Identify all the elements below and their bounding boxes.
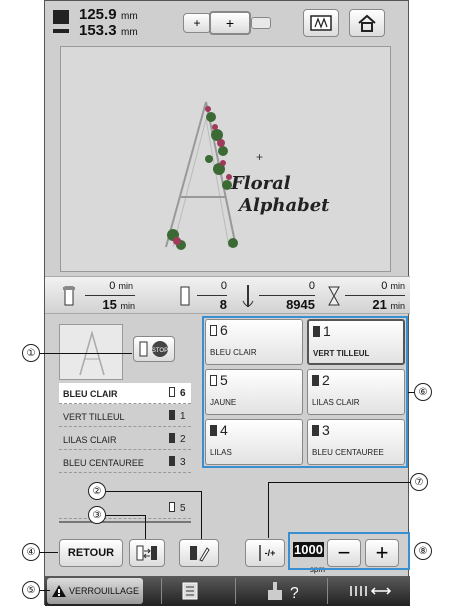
design-text-line2: Alphabet bbox=[239, 195, 330, 216]
svg-text:STOP: STOP bbox=[152, 348, 168, 354]
list-item[interactable]: BLEU CENTAUREE 3 bbox=[59, 452, 191, 473]
width-icon bbox=[53, 29, 69, 33]
design-width: 125.9 bbox=[79, 6, 117, 23]
height-unit: mm bbox=[121, 27, 138, 38]
color-sort-button[interactable] bbox=[129, 539, 165, 567]
color-sort-icon bbox=[136, 545, 157, 561]
callout-7-leader bbox=[268, 482, 269, 538]
needle-icon bbox=[242, 285, 254, 307]
frame-indicator[interactable]: + + bbox=[183, 11, 275, 37]
needle-bar-arrow-icon bbox=[350, 586, 392, 596]
frame-tab-icon bbox=[251, 17, 271, 29]
color-count: 8 bbox=[219, 297, 227, 312]
verrouillage-button[interactable]: VERROUILLAGE bbox=[47, 578, 143, 604]
stitch-total: 8945 bbox=[286, 297, 315, 312]
callout-5-line bbox=[40, 590, 50, 591]
spool-time-icon bbox=[63, 286, 75, 306]
home-button[interactable] bbox=[349, 9, 385, 37]
color-time: 0 bbox=[109, 280, 116, 292]
needle-bar-move-button[interactable] bbox=[335, 578, 405, 604]
callout-2: ② bbox=[88, 482, 106, 500]
callout-6: ⑥ bbox=[414, 383, 432, 401]
frame-small-icon: + bbox=[183, 13, 211, 33]
callout-1: ① bbox=[22, 344, 40, 362]
checklist-icon bbox=[182, 582, 198, 600]
current-color-thumbnail bbox=[59, 324, 123, 380]
spool-icon bbox=[169, 456, 175, 466]
stitch-current: 0 bbox=[308, 280, 315, 292]
callout-7-line bbox=[268, 482, 410, 483]
callout-5: ⑤ bbox=[22, 581, 40, 599]
home-icon bbox=[358, 14, 376, 32]
callout-4-line bbox=[40, 552, 58, 553]
spool-icon bbox=[169, 387, 175, 397]
progress-bar: 0 min 15 min 0 8 0 8945 0 min 21 min bbox=[45, 276, 410, 314]
design-preview: Floral Alphabet + bbox=[60, 46, 391, 272]
total-time: 15 bbox=[102, 297, 117, 312]
callout-8: ⑧ bbox=[414, 542, 432, 560]
spool-icon bbox=[169, 410, 175, 420]
color-sequence-list[interactable]: BLEU CLAIR 6 VERT TILLEUL 1 LILAS CLAIR … bbox=[59, 383, 191, 528]
remaining-color-time: 0 bbox=[381, 280, 388, 292]
needle-adjust-button[interactable]: -/+ bbox=[245, 539, 285, 567]
callout-1-line bbox=[40, 353, 132, 354]
help-button[interactable]: ? bbox=[241, 578, 321, 604]
remaining-total-time: 21 bbox=[372, 297, 387, 312]
callout-2-leader bbox=[201, 491, 202, 539]
warning-icon bbox=[51, 585, 66, 597]
callout-8-box bbox=[288, 532, 410, 570]
callout-3: ③ bbox=[88, 506, 106, 524]
callout-7: ⑦ bbox=[410, 473, 428, 491]
callout-3-line bbox=[106, 515, 146, 516]
spool-icon bbox=[169, 502, 175, 512]
hourglass-icon bbox=[328, 286, 340, 306]
spool-stop-icon: STOP bbox=[139, 341, 168, 357]
bottom-toolbar: VERROUILLAGE ? bbox=[45, 576, 410, 606]
needle-icon bbox=[258, 545, 261, 561]
list-scrollbar[interactable] bbox=[59, 521, 191, 523]
center-crosshair-icon: + bbox=[256, 150, 264, 164]
embroidery-mode-button[interactable] bbox=[303, 9, 339, 37]
frame-large-icon: + bbox=[209, 11, 251, 35]
retour-button[interactable]: RETOUR bbox=[59, 539, 123, 567]
svg-text:?: ? bbox=[290, 585, 298, 602]
current-color-index: 0 bbox=[220, 280, 227, 292]
callout-3-leader bbox=[145, 515, 146, 539]
design-height: 153.3 bbox=[79, 22, 117, 39]
list-item[interactable]: LILAS CLAIR 2 bbox=[59, 429, 191, 450]
width-unit: mm bbox=[121, 11, 138, 22]
design-dimensions: 125.9 mm 153.3 mm bbox=[53, 6, 168, 42]
spool-edit-icon bbox=[190, 546, 210, 562]
callout-6-box bbox=[202, 316, 408, 468]
list-item[interactable]: BLEU CLAIR 6 bbox=[59, 383, 191, 404]
callout-4: ④ bbox=[22, 543, 40, 561]
machine-help-icon: ? bbox=[268, 582, 298, 602]
spool-icon bbox=[169, 433, 175, 443]
design-text-line1: Floral bbox=[231, 173, 291, 194]
embroidery-frame-icon bbox=[310, 15, 332, 31]
floral-alphabet-design bbox=[165, 101, 238, 250]
thread-color-change-button[interactable] bbox=[179, 539, 219, 567]
callout-2-line bbox=[106, 491, 202, 492]
height-icon bbox=[53, 10, 69, 24]
settings-list-button[interactable] bbox=[165, 578, 215, 604]
color-stop-button[interactable]: STOP bbox=[133, 336, 175, 362]
color-count-icon bbox=[180, 286, 190, 306]
list-item[interactable]: VERT TILLEUL 1 bbox=[59, 406, 191, 427]
